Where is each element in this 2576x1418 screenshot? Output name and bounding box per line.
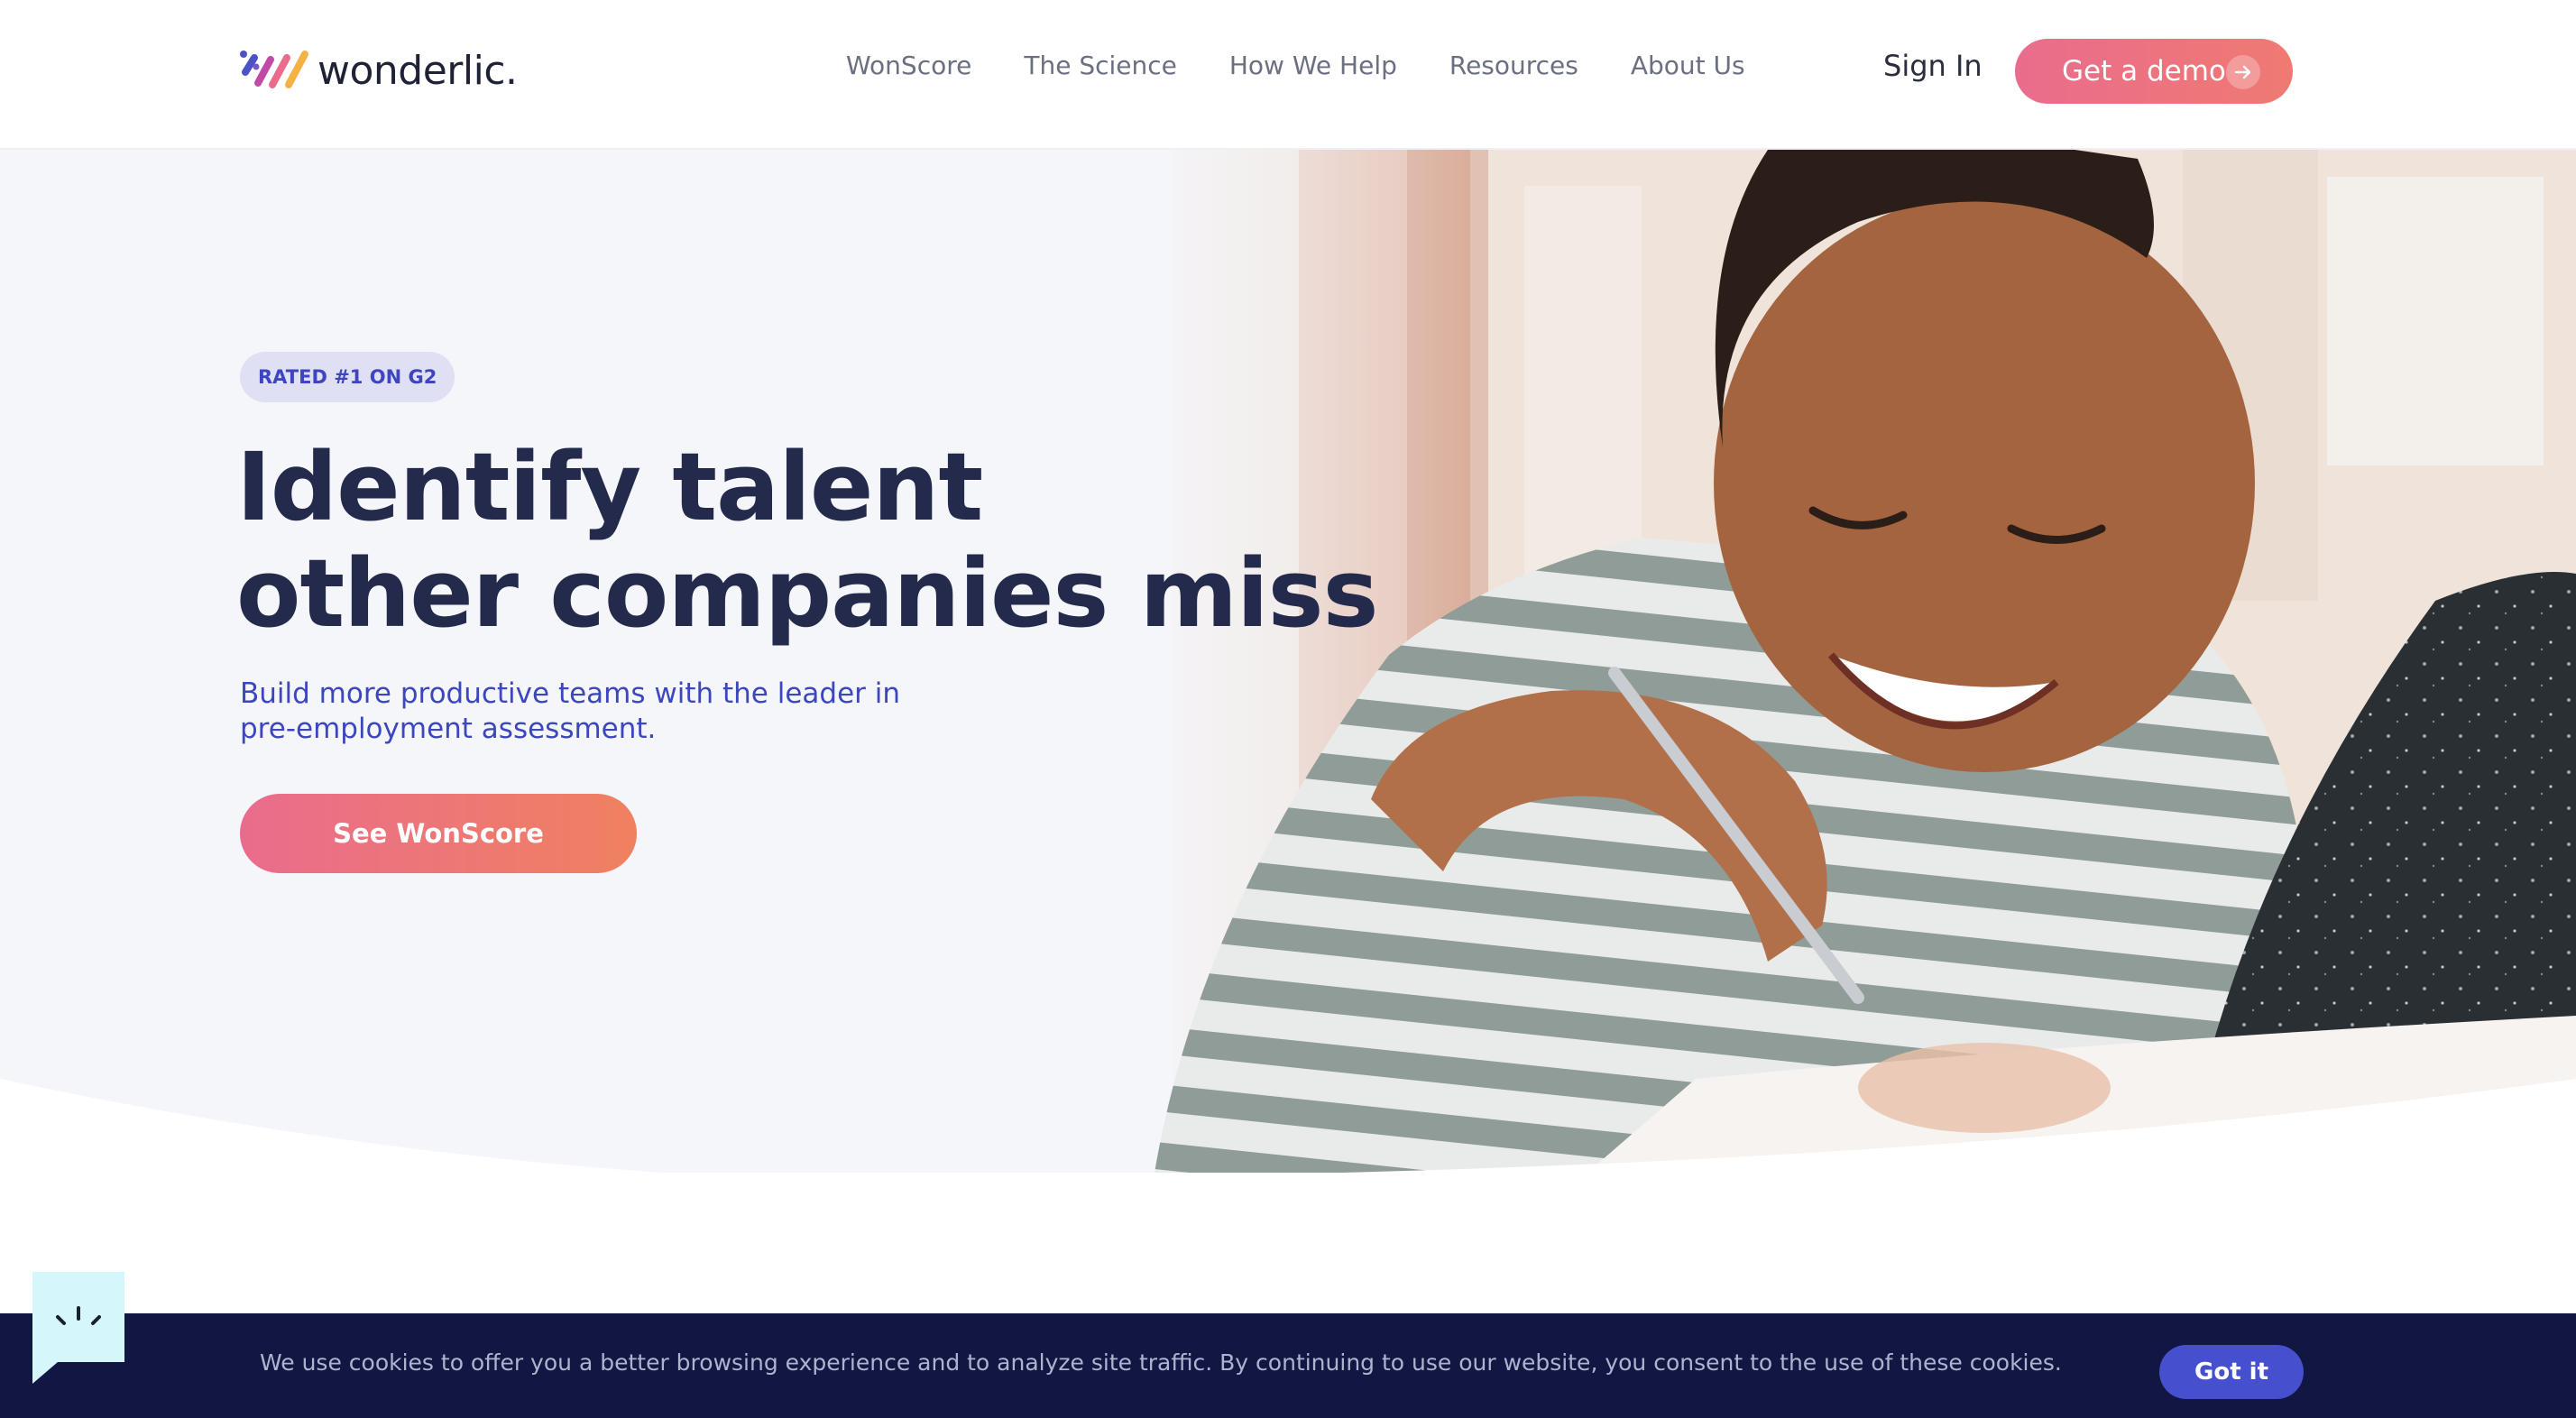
- get-a-demo-label: Get a demo: [2062, 55, 2226, 87]
- nav-item-about-us[interactable]: About Us: [1631, 51, 1745, 80]
- logo-wordmark: wonderlic.: [317, 47, 518, 94]
- nav-item-wonscore[interactable]: WonScore: [846, 51, 971, 80]
- get-a-demo-button[interactable]: Get a demo: [2015, 39, 2293, 104]
- nav-item-resources[interactable]: Resources: [1449, 51, 1578, 80]
- got-it-button[interactable]: Got it: [2159, 1345, 2304, 1399]
- cookie-message: We use cookies to offer you a better bro…: [260, 1349, 2062, 1376]
- nav-item-how-we-help[interactable]: How We Help: [1229, 51, 1397, 80]
- hero-subtext-line-1: Build more productive teams with the lea…: [240, 677, 901, 710]
- main-nav: WonScore The Science How We Help Resourc…: [846, 51, 1745, 80]
- chat-bubble-icon[interactable]: [32, 1272, 124, 1384]
- hero-subtext: Build more productive teams with the lea…: [240, 677, 925, 747]
- hero-headline-line-2: other companies miss: [236, 539, 1378, 649]
- hero-headline-line-1: Identify talent: [236, 432, 983, 542]
- logo-mark-icon: [240, 51, 308, 88]
- hero-section: RATED #1 ON G2 Identify talent other com…: [0, 150, 2576, 1173]
- rating-badge: RATED #1 ON G2: [240, 352, 455, 402]
- hero-curve-divider: [0, 1079, 2576, 1173]
- site-header: wonderlic. WonScore The Science How We H…: [0, 0, 2576, 150]
- wonderlic-logo[interactable]: wonderlic.: [236, 43, 518, 97]
- see-wonscore-button[interactable]: See WonScore: [240, 794, 637, 873]
- hero-headline: Identify talent other companies miss: [236, 432, 1378, 649]
- sign-in-link[interactable]: Sign In: [1883, 49, 1983, 83]
- hero-subtext-line-2: pre-employment assessment.: [240, 713, 657, 745]
- arrow-right-icon: [2226, 55, 2260, 89]
- nav-item-the-science[interactable]: The Science: [1024, 51, 1177, 80]
